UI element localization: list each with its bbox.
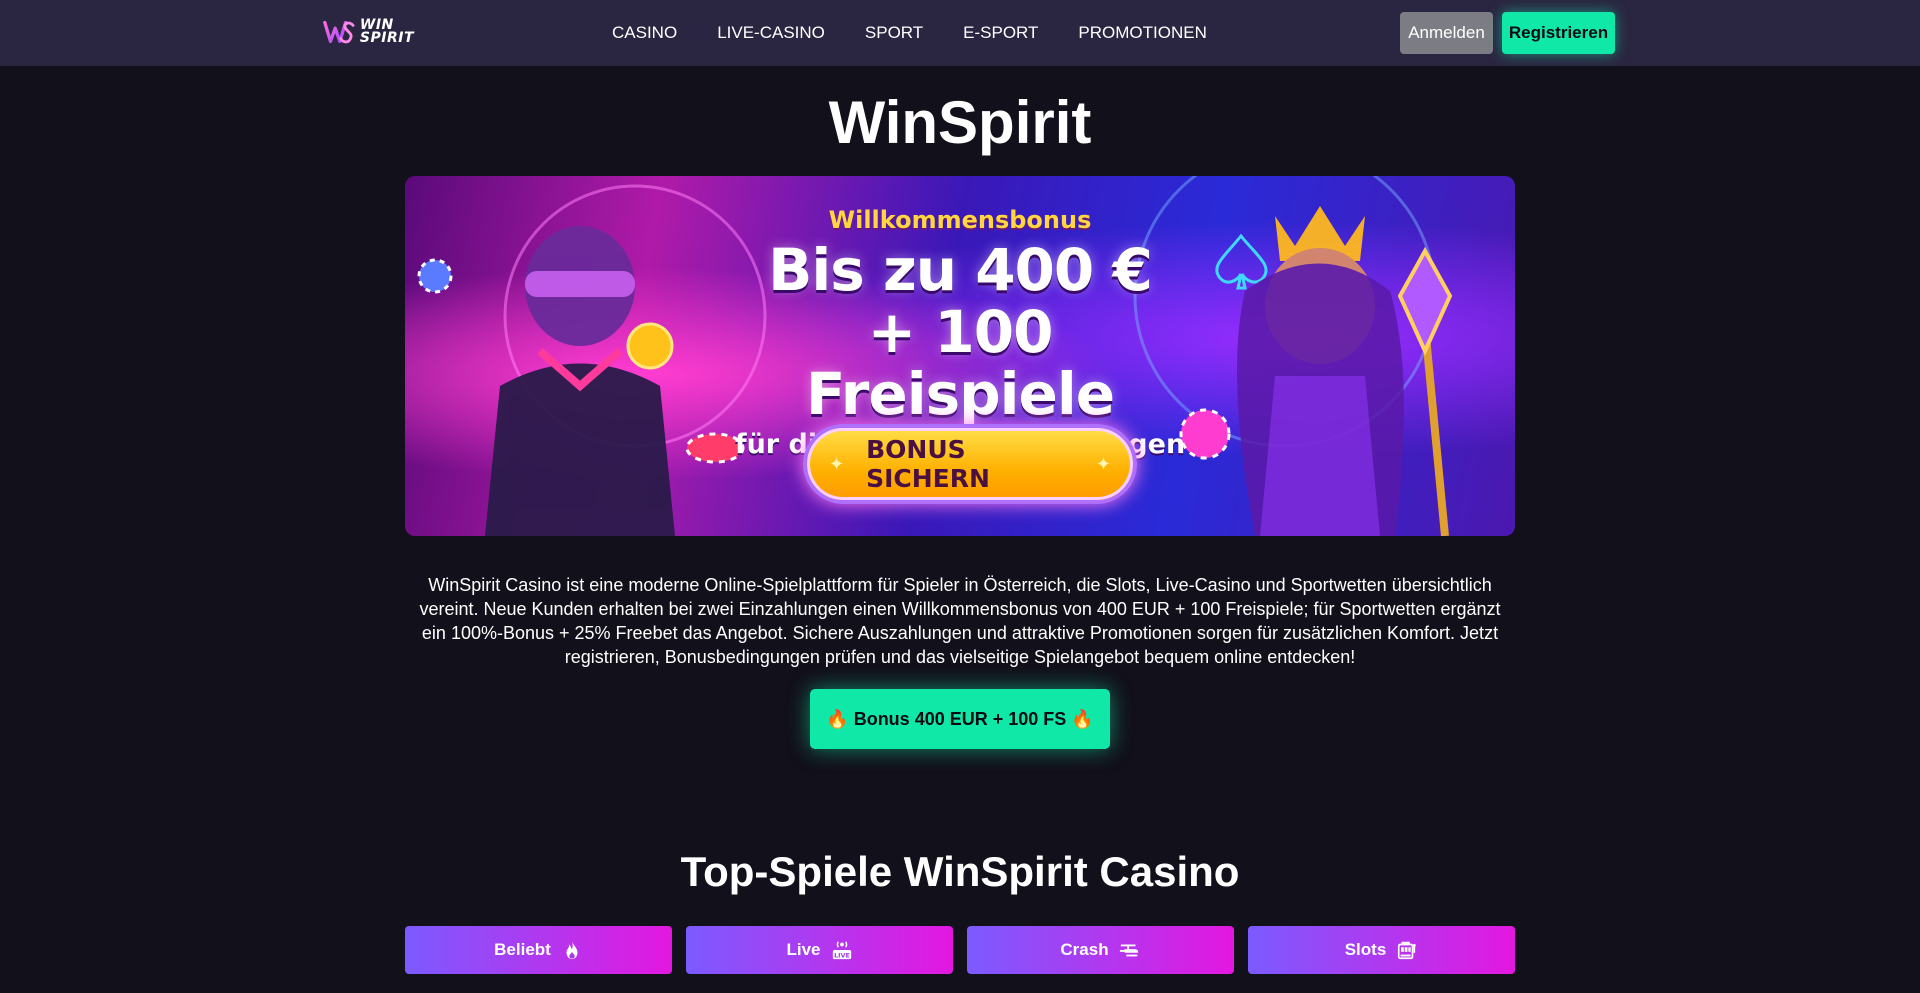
winspirit-logo[interactable]: WIN SPIRIT xyxy=(322,12,414,52)
tab-slots[interactable]: Slots xyxy=(1248,926,1515,974)
login-button[interactable]: Anmelden xyxy=(1400,12,1493,54)
tab-beliebt-label: Beliebt xyxy=(494,940,551,959)
banner-headline-line2: + 100 Freispiele xyxy=(805,298,1115,428)
svg-text:LIVE: LIVE xyxy=(834,951,850,959)
logo-wordmark: WIN SPIRIT xyxy=(359,18,414,46)
tab-crash-label: Crash xyxy=(1060,940,1109,959)
register-button[interactable]: Registrieren xyxy=(1502,12,1615,54)
tab-beliebt[interactable]: Beliebt xyxy=(405,926,672,974)
game-category-tabs: Beliebt Live LIVE Crash Slots xyxy=(405,926,1515,974)
top-games-title: Top-Spiele WinSpirit Casino xyxy=(680,848,1240,895)
site-header: WIN SPIRIT CASINO LIVE-CASINO SPORT E-SP… xyxy=(0,0,1920,66)
page-title: WinSpirit xyxy=(828,89,1092,156)
nav-casino[interactable]: CASINO xyxy=(612,23,677,43)
logo-line-spirit: SPIRIT xyxy=(359,30,414,46)
nav-sport[interactable]: SPORT xyxy=(865,23,923,43)
helicopter-icon xyxy=(1119,944,1138,957)
spade-icon xyxy=(1215,233,1268,290)
ws-monogram-icon xyxy=(323,20,355,44)
tab-crash[interactable]: Crash xyxy=(967,926,1234,974)
flame-icon xyxy=(566,940,578,960)
gold-coin xyxy=(626,322,674,370)
live-broadcast-icon: LIVE xyxy=(832,941,851,959)
bonus-offer-button[interactable]: 🔥 Bonus 400 EUR + 100 FS 🔥 xyxy=(810,689,1110,749)
tab-live-label: Live xyxy=(786,940,821,959)
crystal-gem xyxy=(1397,246,1453,356)
sparkle-icon: ✦ xyxy=(1095,453,1111,475)
intro-text: WinSpirit Casino ist eine moderne Online… xyxy=(419,575,1501,667)
nav-live-casino[interactable]: LIVE-CASINO xyxy=(717,23,825,43)
main-nav: CASINO LIVE-CASINO SPORT E-SPORT PROMOTI… xyxy=(612,0,1207,66)
welcome-bonus-banner[interactable]: Willkommensbonus Bis zu 400 € + 100 Frei… xyxy=(405,176,1515,536)
nav-e-sport[interactable]: E-SPORT xyxy=(963,23,1038,43)
nav-promotionen[interactable]: PROMOTIONEN xyxy=(1078,23,1206,43)
tab-slots-label: Slots xyxy=(1344,940,1387,959)
banner-kicker: Willkommensbonus xyxy=(828,206,1092,234)
bonus-sichern-button[interactable]: ✦ BONUS SICHERN ✦ xyxy=(803,424,1137,504)
slot-machine-icon xyxy=(1398,941,1417,960)
hero-character-right xyxy=(1237,206,1404,536)
tab-live[interactable]: Live LIVE xyxy=(686,926,953,974)
sparkle-icon: ✦ xyxy=(829,453,845,475)
banner-headline-line1: Bis zu 400 € xyxy=(768,236,1153,304)
bonus-sichern-label: BONUS SICHERN xyxy=(866,435,990,493)
